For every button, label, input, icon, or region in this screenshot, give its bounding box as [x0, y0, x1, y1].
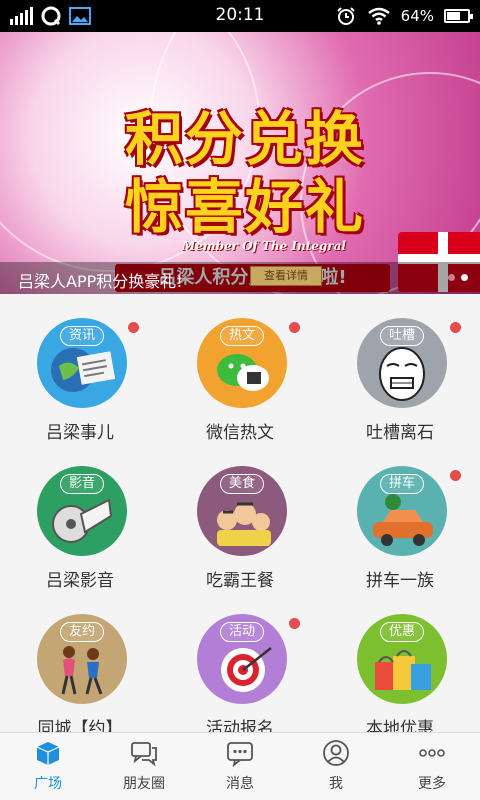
person-icon [323, 740, 349, 766]
view-details-button[interactable]: 查看详情 [250, 266, 322, 286]
feature-item[interactable]: 活动 活动报名 [160, 590, 320, 740]
tab-label: 广场 [34, 776, 62, 792]
feature-item[interactable]: 资讯 吕梁事儿 [0, 294, 160, 444]
alarm-icon [336, 7, 355, 25]
tab-cube[interactable]: 广场 [0, 733, 96, 800]
more-dots-icon [419, 749, 445, 757]
feature-item[interactable]: 吐槽 吐槽离石 [320, 294, 480, 444]
status-icons-right: 64% [335, 6, 473, 26]
target-icon: 活动 [197, 614, 287, 704]
tab-label: 更多 [418, 776, 446, 792]
wifi-icon [367, 7, 390, 25]
banner-subtitle: Member Of The Integral [182, 239, 346, 253]
tab-label: 我 [329, 776, 343, 792]
new-badge [450, 322, 461, 333]
feature-item[interactable]: 拼车 拼车一族 [320, 442, 480, 592]
feature-label: 吐槽离石 [366, 423, 434, 443]
message-icon [227, 742, 253, 767]
feature-tag: 热文 [220, 326, 264, 346]
film-reel-icon: 影音 [37, 466, 127, 556]
feature-tag: 优惠 [380, 622, 424, 642]
feature-item[interactable]: 美食 吃霸王餐 [160, 442, 320, 592]
tab-message[interactable]: 消息 [192, 733, 288, 800]
feature-label: 吃霸王餐 [206, 571, 274, 591]
banner-headline-2: 惊喜好礼 [124, 173, 365, 241]
new-badge [289, 322, 300, 333]
chat-bubbles-icon [131, 742, 157, 767]
car-icon: 拼车 [357, 466, 447, 556]
banner-caption: 吕梁人APP积分换豪礼! [18, 272, 183, 291]
battery-icon [444, 9, 473, 23]
carousel-dot[interactable] [448, 274, 455, 281]
tab-label: 消息 [226, 776, 254, 792]
feature-tag: 友约 [60, 622, 104, 642]
battery-percent: 64% [400, 7, 434, 25]
feature-item[interactable]: 热文 微信热文 [160, 294, 320, 444]
feature-tag: 活动 [220, 622, 264, 642]
meme-face-icon: 吐槽 [357, 318, 447, 408]
feature-label: 吕梁影音 [46, 571, 114, 591]
feature-tag: 影音 [60, 474, 104, 494]
feature-label: 拼车一族 [366, 571, 434, 591]
tab-more-dots[interactable]: 更多 [384, 733, 480, 800]
feature-tag: 拼车 [380, 474, 424, 494]
carousel-indicator [448, 274, 468, 281]
feature-tag: 资讯 [60, 326, 104, 346]
newspaper-globe-icon: 资讯 [37, 318, 127, 408]
feature-label: 吕梁事儿 [46, 423, 114, 443]
cube-icon [36, 742, 60, 765]
feature-item[interactable]: 优惠 本地优惠 [320, 590, 480, 740]
status-bar: 20:11 64% [0, 0, 480, 32]
dancers-icon: 友约 [37, 614, 127, 704]
new-badge [450, 470, 461, 481]
feature-item[interactable]: 影音 吕梁影音 [0, 442, 160, 592]
feature-tag: 美食 [220, 474, 264, 494]
banner-caption-bar: 吕梁人APP积分换豪礼! [0, 262, 480, 294]
diners-icon: 美食 [197, 466, 287, 556]
bottom-tab-bar: 广场 朋友圈 消息 我 更多 [0, 732, 480, 800]
carousel-dot[interactable] [461, 274, 468, 281]
tab-chat-bubbles[interactable]: 朋友圈 [96, 733, 192, 800]
feature-tag: 吐槽 [380, 326, 424, 346]
new-badge [128, 322, 139, 333]
shopping-bags-icon: 优惠 [357, 614, 447, 704]
feature-grid: 资讯 吕梁事儿 热文 微信热文 吐槽 吐槽离石 影音 吕梁影音 美食 吃霸王餐 拼车 拼车一族 友约 同城… [0, 294, 480, 739]
wechat-icon: 热文 [197, 318, 287, 408]
feature-item[interactable]: 友约 同城【约】 [0, 590, 160, 740]
tab-label: 朋友圈 [123, 776, 165, 792]
promo-banner[interactable]: 积分兑换 惊喜好礼 Member Of The Integral 吕梁人积分兑换… [0, 32, 480, 294]
tab-person[interactable]: 我 [288, 733, 384, 800]
new-badge [289, 618, 300, 629]
feature-label: 微信热文 [206, 423, 274, 443]
